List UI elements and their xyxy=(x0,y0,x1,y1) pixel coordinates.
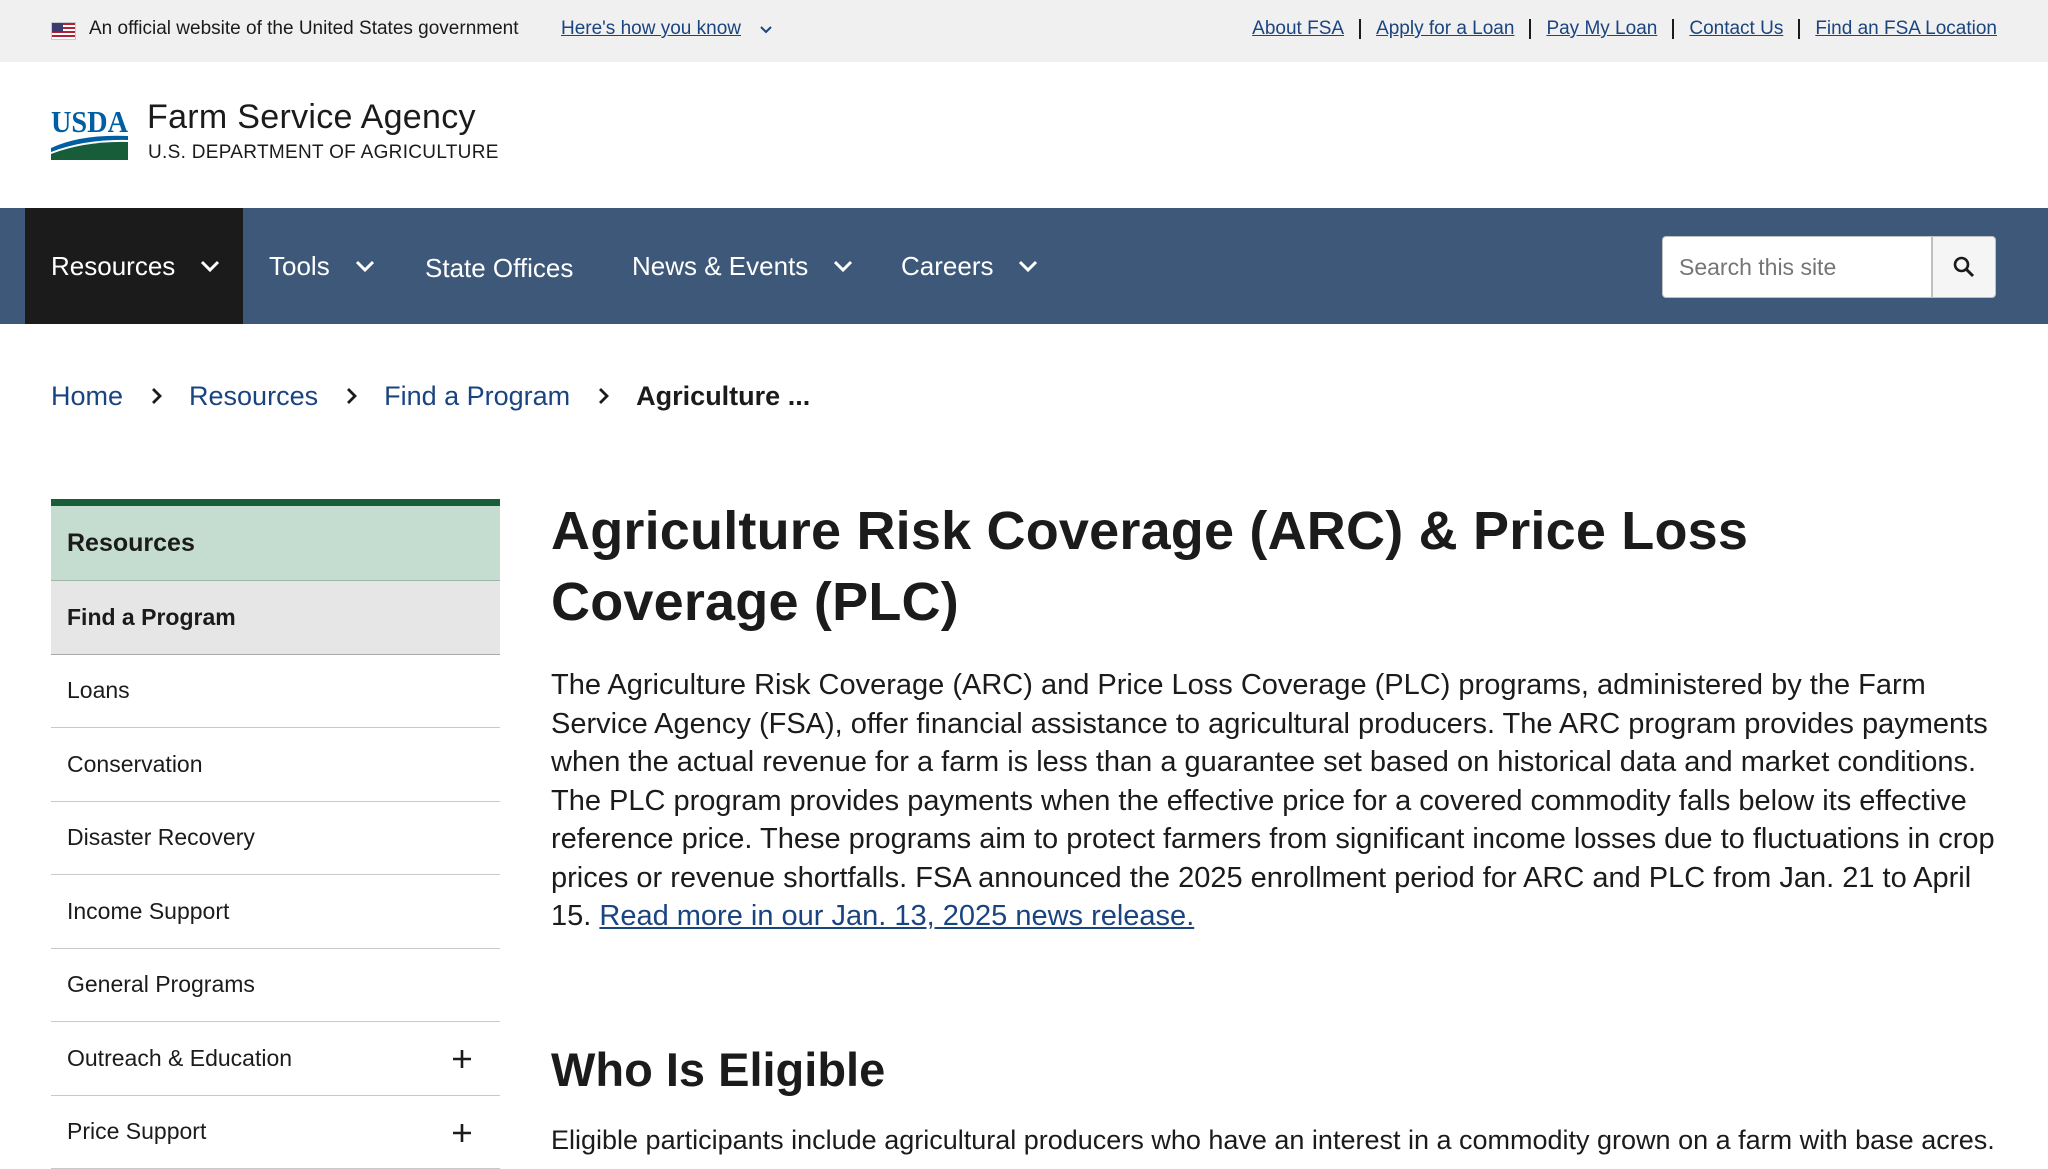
sidenav-item-label: Conservation xyxy=(67,751,203,778)
page-title: Agriculture Risk Coverage (ARC) & Price … xyxy=(551,496,1997,638)
sidenav-item-label: Outreach & Education xyxy=(67,1045,292,1072)
nav-state-offices[interactable]: State Offices xyxy=(425,210,573,326)
sidenav: Resources Find a Program Loans Conservat… xyxy=(51,499,500,1169)
sidenav-item-price-support[interactable]: Price Support xyxy=(51,1096,500,1169)
nav-label: News & Events xyxy=(632,251,808,282)
apply-for-loan-link[interactable]: Apply for a Loan xyxy=(1376,18,1514,40)
breadcrumb-resources[interactable]: Resources xyxy=(189,381,318,412)
eligibility-paragraph: Eligible participants include agricultur… xyxy=(551,1122,1995,1158)
divider xyxy=(1672,19,1674,39)
sidenav-item-label: Loans xyxy=(67,677,130,704)
sidenav-item-loans[interactable]: Loans xyxy=(51,655,500,729)
chevron-right-icon xyxy=(147,387,165,405)
who-is-eligible-heading: Who Is Eligible xyxy=(551,1042,885,1097)
intro-text: The Agriculture Risk Coverage (ARC) and … xyxy=(551,669,1995,932)
find-fsa-location-link[interactable]: Find an FSA Location xyxy=(1815,18,1997,40)
main-nav: Resources Tools State Offices News & Eve… xyxy=(0,208,2048,324)
usda-logo[interactable]: USDA xyxy=(51,106,128,160)
nav-news-events[interactable]: News & Events xyxy=(632,208,854,324)
chevron-down-icon[interactable] xyxy=(758,22,774,38)
plus-icon[interactable] xyxy=(451,1122,473,1144)
agency-name[interactable]: Farm Service Agency xyxy=(147,98,476,137)
nav-label: State Offices xyxy=(425,253,573,284)
nav-resources[interactable]: Resources xyxy=(25,208,243,324)
chevron-right-icon xyxy=(342,387,360,405)
sidenav-heading[interactable]: Resources xyxy=(51,499,500,581)
divider xyxy=(1529,19,1531,39)
sidenav-item-disaster-recovery[interactable]: Disaster Recovery xyxy=(51,802,500,876)
department-name: U.S. DEPARTMENT OF AGRICULTURE xyxy=(148,142,499,164)
chevron-down-icon xyxy=(354,255,376,277)
sidenav-item-general-programs[interactable]: General Programs xyxy=(51,949,500,1023)
intro-paragraph: The Agriculture Risk Coverage (ARC) and … xyxy=(551,666,1997,936)
search-input[interactable] xyxy=(1662,236,1932,298)
breadcrumb-current: Agriculture ... xyxy=(636,381,810,412)
how-you-know-link[interactable]: Here's how you know xyxy=(561,18,741,40)
pay-my-loan-link[interactable]: Pay My Loan xyxy=(1546,18,1657,40)
usda-logo-text: USDA xyxy=(51,106,128,139)
sidenav-item-conservation[interactable]: Conservation xyxy=(51,728,500,802)
about-fsa-link[interactable]: About FSA xyxy=(1252,18,1344,40)
sidenav-item-income-support[interactable]: Income Support xyxy=(51,875,500,949)
us-flag-icon xyxy=(51,22,76,40)
chevron-down-icon xyxy=(832,255,854,277)
nav-label: Resources xyxy=(51,251,175,282)
sidenav-item-label: Income Support xyxy=(67,898,229,925)
sidenav-item-outreach-education[interactable]: Outreach & Education xyxy=(51,1022,500,1096)
nav-label: Careers xyxy=(901,251,993,282)
divider xyxy=(1359,19,1361,39)
sidenav-item-label: General Programs xyxy=(67,971,255,998)
site-header: USDA Farm Service Agency U.S. DEPARTMENT… xyxy=(0,62,2048,208)
breadcrumb: Home Resources Find a Program Agricultur… xyxy=(51,378,810,414)
main-content: Agriculture Risk Coverage (ARC) & Price … xyxy=(551,496,1997,936)
nav-tools[interactable]: Tools xyxy=(269,208,376,324)
nav-label: Tools xyxy=(269,251,330,282)
breadcrumb-home[interactable]: Home xyxy=(51,381,123,412)
contact-us-link[interactable]: Contact Us xyxy=(1689,18,1783,40)
sidenav-item-find-a-program[interactable]: Find a Program xyxy=(51,581,500,655)
gov-banner: An official website of the United States… xyxy=(0,0,2048,62)
chevron-down-icon xyxy=(199,255,221,277)
sidenav-item-label: Price Support xyxy=(67,1118,206,1145)
nav-careers[interactable]: Careers xyxy=(901,208,1039,324)
official-site-text: An official website of the United States… xyxy=(89,18,519,40)
chevron-down-icon xyxy=(1017,255,1039,277)
sidenav-item-label: Disaster Recovery xyxy=(67,824,255,851)
search-button[interactable] xyxy=(1932,236,1996,298)
search-icon xyxy=(1952,255,1976,279)
news-release-link[interactable]: Read more in our Jan. 13, 2025 news rele… xyxy=(599,900,1194,932)
utility-nav: About FSA Apply for a Loan Pay My Loan C… xyxy=(1252,18,1997,40)
plus-icon[interactable] xyxy=(451,1048,473,1070)
chevron-right-icon xyxy=(594,387,612,405)
sidenav-item-label: Find a Program xyxy=(67,604,236,631)
breadcrumb-find-a-program[interactable]: Find a Program xyxy=(384,381,570,412)
divider xyxy=(1798,19,1800,39)
